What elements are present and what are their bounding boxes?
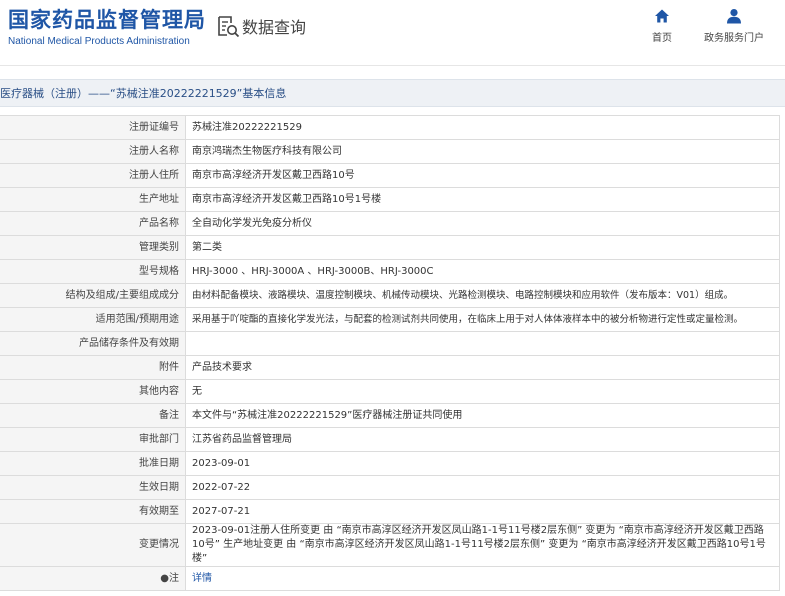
table-row: 生产地址 南京市高淳经济开发区戴卫西路10号1号楼 [0,187,780,212]
table-row: 附件 产品技术要求 [0,355,780,380]
table-row: 型号规格 HRJ-3000 、HRJ-3000A 、HRJ-3000B、HRJ-… [0,259,780,284]
page-title: 医疗器械（注册）——“苏械注准20222221529”基本信息 [0,87,287,100]
field-label: 生产地址 [0,187,186,212]
site-logo[interactable]: 国家药品监督管理局 National Medical Products Admi… [8,8,206,47]
field-label: 注册证编号 [0,115,186,140]
table-row: 备注 本文件与“苏械注准20222221529”医疗器械注册证共同使用 [0,403,780,428]
field-label: 产品名称 [0,211,186,236]
field-value: 无 [185,379,780,404]
table-row: 批准日期 2023-09-01 [0,451,780,476]
table-row: 生效日期 2022-07-22 [0,475,780,500]
field-value: 2023-09-01注册人住所变更 由 “南京市高淳区经济开发区凤山路1-1号1… [185,523,780,567]
field-value: 江苏省药品监督管理局 [185,427,780,452]
field-label: 适用范围/预期用途 [0,307,186,332]
table-row: 适用范围/预期用途 采用基于吖啶酯的直接化学发光法，与配套的检测试剂共同使用，在… [0,307,780,332]
table-row: 管理类别 第二类 [0,235,780,260]
field-label: 管理类别 [0,235,186,260]
field-label: 附件 [0,355,186,380]
table-row: 注册人名称 南京鸿瑞杰生物医疗科技有限公司 [0,139,780,164]
table-row: 注册证编号 苏械注准20222221529 [0,115,780,140]
field-value: 南京市高淳经济开发区戴卫西路10号1号楼 [185,187,780,212]
table-row: 产品储存条件及有效期 [0,331,780,356]
field-value: 2023-09-01 [185,451,780,476]
search-data-icon [218,16,240,38]
field-label: 其他内容 [0,379,186,404]
data-query-label: 数据查询 [242,18,307,37]
table-row: 有效期至 2027-07-21 [0,499,780,524]
site-header: 国家药品监督管理局 National Medical Products Admi… [0,0,785,66]
page-title-bar: 医疗器械（注册）——“苏械注准20222221529”基本信息 [0,79,785,107]
table-row: 结构及组成/主要组成成分 由材料配备模块、液路模块、温度控制模块、机械传动模块、… [0,283,780,308]
field-label: 批准日期 [0,451,186,476]
field-value: HRJ-3000 、HRJ-3000A 、HRJ-3000B、HRJ-3000C [185,259,780,284]
field-label: 产品储存条件及有效期 [0,331,186,356]
nav-home-label: 首页 [652,33,672,44]
home-icon [655,9,669,23]
table-row: 其他内容 无 [0,379,780,404]
table-row: 产品名称 全自动化学发光免疫分析仪 [0,211,780,236]
field-value: 第二类 [185,235,780,260]
table-row: ●注 详情 [0,566,780,591]
field-value: 南京市高淳经济开发区戴卫西路10号 [185,163,780,188]
field-value: 由材料配备模块、液路模块、温度控制模块、机械传动模块、光路检测模块、电路控制模块… [185,283,780,308]
field-label: ●注 [0,566,186,591]
nav-gov-portal[interactable]: 政务服务门户 [704,8,764,44]
details-link[interactable]: 详情 [192,573,212,584]
field-label: 注册人住所 [0,163,186,188]
site-name-cn: 国家药品监督管理局 [8,8,206,32]
nav-gov-portal-label: 政务服务门户 [704,33,764,44]
field-value: 南京鸿瑞杰生物医疗科技有限公司 [185,139,780,164]
table-row: 变更情况 2023-09-01注册人住所变更 由 “南京市高淳区经济开发区凤山路… [0,523,780,567]
field-label: 变更情况 [0,523,186,567]
field-value: 苏械注准20222221529 [185,115,780,140]
field-label: 注册人名称 [0,139,186,164]
registration-info-table: 注册证编号 苏械注准20222221529 注册人名称 南京鸿瑞杰生物医疗科技有… [0,115,780,591]
field-value: 全自动化学发光免疫分析仪 [185,211,780,236]
table-row: 审批部门 江苏省药品监督管理局 [0,427,780,452]
field-value: 产品技术要求 [185,355,780,380]
field-label: 生效日期 [0,475,186,500]
field-value: 2027-07-21 [185,499,780,524]
field-value: 2022-07-22 [185,475,780,500]
field-label: 有效期至 [0,499,186,524]
field-label: 备注 [0,403,186,428]
data-query-link[interactable]: 数据查询 [216,13,306,39]
field-label: 审批部门 [0,427,186,452]
user-icon [727,9,741,24]
field-value: 本文件与“苏械注准20222221529”医疗器械注册证共同使用 [185,403,780,428]
field-value: 采用基于吖啶酯的直接化学发光法，与配套的检测试剂共同使用，在临床上用于对人体体液… [185,307,780,332]
details-link-cell: 详情 [185,566,780,591]
field-label: 结构及组成/主要组成成分 [0,283,186,308]
field-label: 型号规格 [0,259,186,284]
site-name-en: National Medical Products Administration [8,36,190,47]
field-value [185,331,780,356]
table-row: 注册人住所 南京市高淳经济开发区戴卫西路10号 [0,163,780,188]
nav-home[interactable]: 首页 [652,8,672,44]
